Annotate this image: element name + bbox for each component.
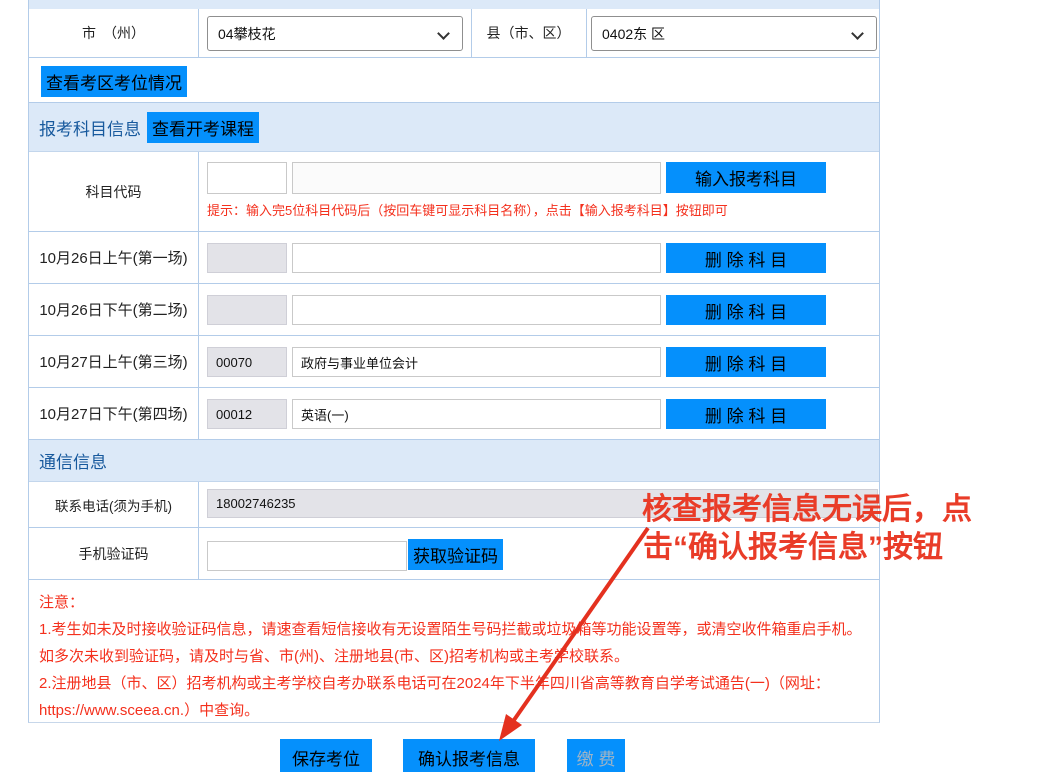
session-row: 10月26日上午(第一场) 删 除 科 目: [29, 232, 879, 284]
sms-code-label: 手机验证码: [29, 528, 199, 579]
delete-subject-button[interactable]: 删 除 科 目: [666, 295, 826, 325]
city-select[interactable]: 04攀枝花: [207, 16, 463, 51]
registration-form-panel: 市 （州） 04攀枝花 县（市、区） 0402东 区 查看考区考位情况 报考科目…: [28, 0, 880, 723]
enter-subject-button[interactable]: 输入报考科目: [666, 162, 826, 193]
session-name-field: [292, 399, 661, 429]
chevron-down-icon: [851, 27, 864, 40]
session-label: 10月26日上午(第一场): [29, 232, 199, 283]
region-row: 市 （州） 04攀枝花 县（市、区） 0402东 区: [29, 9, 879, 58]
contact-section-title: 通信信息: [39, 448, 107, 473]
city-select-value: 04攀枝花: [218, 24, 276, 44]
subjects-section-header: 报考科目信息 查看开考课程: [29, 103, 879, 152]
contact-section-header: 通信信息: [29, 440, 879, 482]
delete-subject-button[interactable]: 删 除 科 目: [666, 243, 826, 273]
session-code-field: [207, 399, 287, 429]
county-select[interactable]: 0402东 区: [591, 16, 877, 51]
subject-code-hint: 提示：输入完5位科目代码后（按回车键可显示科目名称），点击【输入报考科目】按钮即…: [207, 200, 728, 219]
top-section-band-cutoff: [29, 0, 879, 9]
session-name-field: [292, 243, 661, 273]
session-row: 10月26日下午(第二场) 删 除 科 目: [29, 284, 879, 336]
session-row: 10月27日下午(第四场) 删 除 科 目: [29, 388, 879, 440]
pay-button[interactable]: 缴 费: [567, 739, 625, 772]
view-courses-link[interactable]: 查看开考课程: [147, 112, 259, 143]
annotation-text-line2: 击“确认报考信息”按钮: [643, 522, 943, 566]
session-label: 10月26日下午(第二场): [29, 284, 199, 335]
sms-code-input[interactable]: [207, 541, 407, 571]
delete-subject-button[interactable]: 删 除 科 目: [666, 347, 826, 377]
notice-block: 注意： 1.考生如未及时接收验证码信息，请速查看短信接收有无设置陌生号码拦截或垃…: [29, 580, 879, 723]
notice-title: 注意：: [39, 589, 867, 616]
session-code-field: [207, 295, 287, 325]
save-seat-button[interactable]: 保存考位: [280, 739, 372, 772]
session-name-field: [292, 295, 661, 325]
county-label: 县（市、区）: [471, 9, 586, 57]
session-code-field: [207, 243, 287, 273]
subject-code-row: 科目代码 输入报考科目 提示：输入完5位科目代码后（按回车键可显示科目名称），点…: [29, 152, 879, 232]
phone-label: 联系电话(须为手机): [29, 482, 199, 527]
session-label: 10月27日下午(第四场): [29, 388, 199, 439]
subject-name-input[interactable]: [292, 162, 661, 194]
session-row: 10月27日上午(第三场) 删 除 科 目: [29, 336, 879, 388]
session-label: 10月27日上午(第三场): [29, 336, 199, 387]
notice-line: 2.注册地县（市、区）招考机构或主考学校自考办联系电话可在2024年下半年四川省…: [39, 670, 867, 724]
session-code-field: [207, 347, 287, 377]
subject-code-input[interactable]: [207, 162, 287, 194]
subject-code-label: 科目代码: [29, 152, 199, 231]
city-label: 市 （州）: [29, 9, 199, 57]
delete-subject-button[interactable]: 删 除 科 目: [666, 399, 826, 429]
confirm-registration-button[interactable]: 确认报考信息: [403, 739, 535, 772]
view-seats-link[interactable]: 查看考区考位情况: [41, 66, 187, 97]
session-name-field: [292, 347, 661, 377]
get-sms-code-button[interactable]: 获取验证码: [408, 539, 503, 570]
view-seats-row: 查看考区考位情况: [29, 58, 879, 103]
notice-line: 1.考生如未及时接收验证码信息，请速查看短信接收有无设置陌生号码拦截或垃圾箱等功…: [39, 616, 867, 670]
subjects-section-title: 报考科目信息: [39, 115, 141, 140]
county-select-value: 0402东 区: [602, 24, 665, 44]
chevron-down-icon: [437, 27, 450, 40]
exam-registration-page: 市 （州） 04攀枝花 县（市、区） 0402东 区 查看考区考位情况 报考科目…: [0, 0, 1038, 772]
